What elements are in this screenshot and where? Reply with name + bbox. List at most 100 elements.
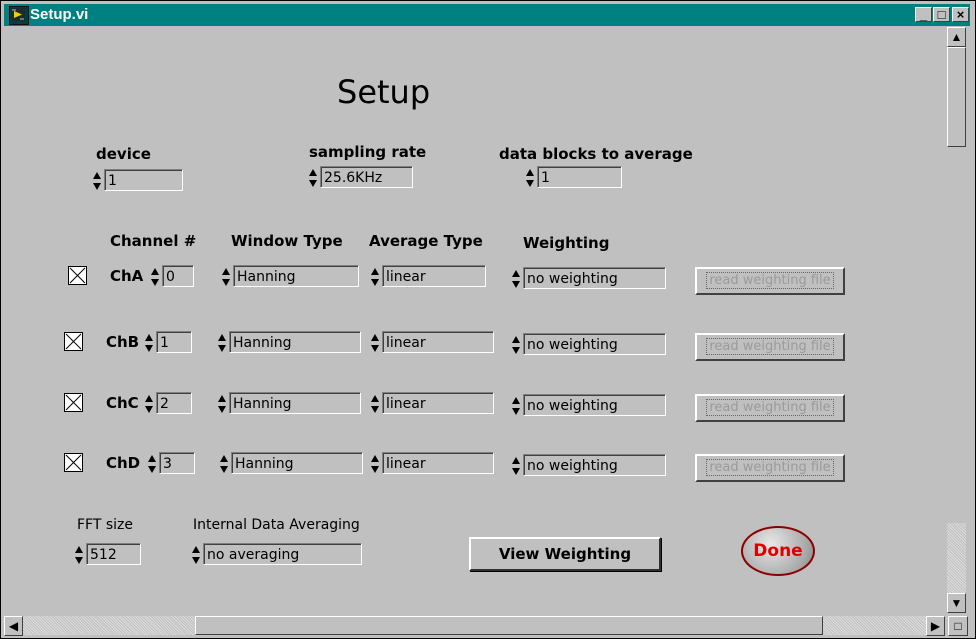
channel-enable-checkbox[interactable] bbox=[68, 266, 87, 285]
fft-size-control[interactable]: 512 bbox=[75, 543, 141, 567]
channel-enable-checkbox[interactable] bbox=[64, 332, 83, 351]
internal-averaging-control[interactable]: no averaging bbox=[192, 543, 362, 567]
channel-number-control[interactable]: 2 bbox=[145, 392, 192, 416]
channel-number-stepper[interactable] bbox=[151, 267, 160, 288]
window-type-field[interactable]: Hanning bbox=[229, 392, 361, 414]
read-weighting-file-button[interactable]: read weighting file bbox=[695, 454, 845, 482]
read-weighting-file-label: read weighting file bbox=[706, 338, 834, 355]
up-arrow-icon bbox=[526, 169, 534, 176]
data-blocks-stepper[interactable] bbox=[526, 168, 535, 189]
average-type-stepper[interactable] bbox=[371, 267, 380, 288]
window-type-control[interactable]: Hanning bbox=[220, 452, 363, 476]
read-weighting-file-button[interactable]: read weighting file bbox=[695, 394, 845, 422]
window-type-field[interactable]: Hanning bbox=[233, 265, 359, 287]
channel-enable-checkbox[interactable] bbox=[64, 393, 83, 412]
sampling-rate-field[interactable]: 25.6KHz bbox=[320, 166, 413, 188]
down-arrow-icon bbox=[309, 180, 317, 187]
vertical-scroll-area[interactable] bbox=[947, 147, 966, 523]
window-type-stepper[interactable] bbox=[222, 267, 231, 288]
average-type-stepper[interactable] bbox=[371, 454, 380, 475]
weighting-field[interactable]: no weighting bbox=[523, 267, 666, 289]
average-type-field[interactable]: linear bbox=[382, 265, 486, 287]
fft-size-field[interactable]: 512 bbox=[86, 543, 141, 565]
fft-size-stepper[interactable] bbox=[75, 545, 84, 566]
average-type-stepper[interactable] bbox=[371, 333, 380, 354]
channel-number-control[interactable]: 0 bbox=[151, 265, 194, 289]
sampling-rate-control[interactable]: 25.6KHz bbox=[309, 166, 413, 190]
weighting-field[interactable]: no weighting bbox=[523, 394, 666, 416]
scroll-down-button[interactable]: ▼ bbox=[947, 593, 966, 613]
window-type-field[interactable]: Hanning bbox=[231, 452, 363, 474]
channel-number-field[interactable]: 2 bbox=[156, 392, 192, 414]
channel-number-field[interactable]: 0 bbox=[162, 265, 194, 287]
weighting-stepper[interactable] bbox=[512, 456, 521, 477]
window-type-field[interactable]: Hanning bbox=[229, 331, 361, 353]
channel-number-control[interactable]: 3 bbox=[148, 452, 195, 476]
vertical-scrollbar[interactable]: ▲ ▼ bbox=[946, 27, 968, 614]
scroll-left-button[interactable]: ◀ bbox=[4, 616, 23, 636]
device-control[interactable]: 1 bbox=[93, 169, 183, 193]
up-arrow-icon bbox=[512, 270, 520, 277]
weighting-field[interactable]: no weighting bbox=[523, 333, 666, 355]
window-type-stepper[interactable] bbox=[220, 454, 229, 475]
device-field[interactable]: 1 bbox=[104, 169, 183, 191]
horizontal-scroll-thumb[interactable] bbox=[195, 616, 823, 635]
vertical-scroll-thumb[interactable] bbox=[947, 47, 966, 147]
horizontal-scrollbar[interactable]: ◀ ▶ bbox=[4, 615, 947, 637]
horizontal-scroll-track-left[interactable] bbox=[23, 616, 195, 635]
done-button[interactable]: Done bbox=[741, 526, 815, 576]
weighting-stepper[interactable] bbox=[512, 335, 521, 356]
channel-number-field[interactable]: 1 bbox=[156, 331, 192, 353]
average-type-control[interactable]: linear bbox=[371, 331, 494, 355]
channel-name-label: ChA bbox=[110, 267, 144, 285]
channel-number-control[interactable]: 1 bbox=[145, 331, 192, 355]
window-type-stepper[interactable] bbox=[218, 333, 227, 354]
average-type-field[interactable]: linear bbox=[382, 452, 494, 474]
average-type-control[interactable]: linear bbox=[371, 392, 494, 416]
size-grip[interactable]: □ bbox=[948, 616, 968, 636]
weighting-field[interactable]: no weighting bbox=[523, 454, 666, 476]
average-type-field[interactable]: linear bbox=[382, 392, 494, 414]
weighting-stepper[interactable] bbox=[512, 269, 521, 290]
close-button[interactable]: × bbox=[952, 7, 969, 22]
scroll-up-button[interactable]: ▲ bbox=[947, 27, 966, 47]
view-weighting-button[interactable]: View Weighting bbox=[469, 537, 661, 571]
window-type-stepper[interactable] bbox=[218, 394, 227, 415]
channel-number-field[interactable]: 3 bbox=[159, 452, 195, 474]
read-weighting-file-button[interactable]: read weighting file bbox=[695, 267, 845, 295]
vertical-scroll-track[interactable] bbox=[947, 523, 966, 593]
channel-name-label: ChD bbox=[106, 454, 141, 472]
weighting-control[interactable]: no weighting bbox=[512, 394, 666, 418]
weighting-stepper[interactable] bbox=[512, 396, 521, 417]
channel-number-stepper[interactable] bbox=[145, 394, 154, 415]
minimize-button[interactable]: _ bbox=[915, 7, 932, 22]
average-type-control[interactable]: linear bbox=[371, 452, 494, 476]
labview-app-icon[interactable] bbox=[9, 6, 29, 25]
channel-number-stepper[interactable] bbox=[145, 333, 154, 354]
window-type-control[interactable]: Hanning bbox=[218, 392, 361, 416]
internal-averaging-stepper[interactable] bbox=[192, 545, 201, 566]
window-type-control[interactable]: Hanning bbox=[218, 331, 361, 355]
average-type-field[interactable]: linear bbox=[382, 331, 494, 353]
weighting-control[interactable]: no weighting bbox=[512, 333, 666, 357]
scroll-right-button[interactable]: ▶ bbox=[926, 616, 945, 636]
sampling-rate-stepper[interactable] bbox=[309, 168, 318, 189]
weighting-control[interactable]: no weighting bbox=[512, 454, 666, 478]
weighting-control[interactable]: no weighting bbox=[512, 267, 666, 291]
average-type-stepper[interactable] bbox=[371, 394, 380, 415]
data-blocks-control[interactable]: 1 bbox=[526, 166, 622, 190]
setup-window: Setup.vi _ □ × Setup device 1 sampling r… bbox=[0, 0, 976, 639]
average-type-control[interactable]: linear bbox=[371, 265, 486, 289]
device-label: device bbox=[96, 145, 151, 163]
data-blocks-field[interactable]: 1 bbox=[537, 166, 622, 188]
down-arrow-icon bbox=[222, 279, 230, 286]
maximize-button[interactable]: □ bbox=[933, 7, 950, 22]
read-weighting-file-button[interactable]: read weighting file bbox=[695, 333, 845, 361]
device-stepper[interactable] bbox=[93, 171, 102, 192]
channel-number-stepper[interactable] bbox=[148, 454, 157, 475]
internal-averaging-field[interactable]: no averaging bbox=[203, 543, 362, 565]
channel-enable-checkbox[interactable] bbox=[64, 453, 83, 472]
window-type-control[interactable]: Hanning bbox=[222, 265, 359, 289]
horizontal-scroll-track-right[interactable] bbox=[823, 616, 926, 635]
title-bar[interactable]: Setup.vi _ □ × bbox=[4, 4, 970, 26]
